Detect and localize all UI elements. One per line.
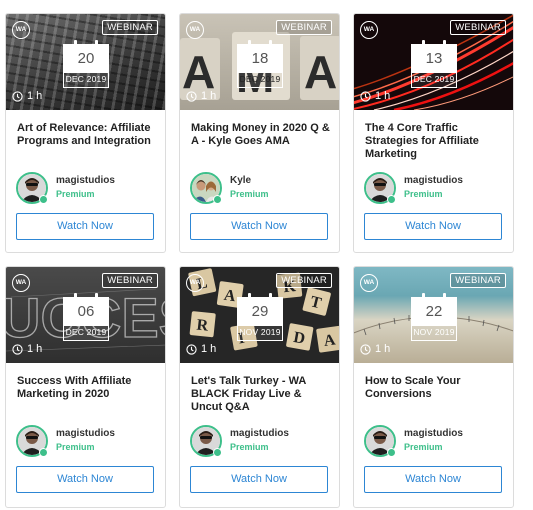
- svg-text:A: A: [304, 46, 337, 98]
- duration-label: 1 h: [27, 90, 43, 102]
- author-tier: Premium: [56, 189, 95, 199]
- wa-logo-icon: WA: [186, 21, 204, 39]
- duration-label: 1 h: [201, 343, 217, 355]
- date-day: 18: [238, 45, 282, 73]
- wa-logo-icon: WA: [186, 274, 204, 292]
- webinar-badge: WEBINAR: [450, 273, 506, 288]
- date-month: DEC 2019: [413, 74, 455, 84]
- author-name[interactable]: magistudios: [404, 175, 463, 187]
- duration-label: 1 h: [375, 90, 391, 102]
- author: magistudios Premium: [16, 424, 115, 458]
- webinar-thumbnail[interactable]: A M A WA WEBINAR 18 DEC 2019 1 h: [180, 14, 339, 110]
- webinar-thumbnail[interactable]: WA WEBINAR 20 DEC 2019 1 h: [6, 14, 165, 110]
- clock-icon: [360, 343, 371, 355]
- duration: 1 h: [12, 343, 42, 355]
- date-month: DEC 2019: [65, 327, 107, 337]
- watch-now-button[interactable]: Watch Now: [364, 466, 502, 493]
- online-status-icon: [213, 448, 222, 457]
- webinar-badge: WEBINAR: [276, 273, 332, 288]
- duration-label: 1 h: [201, 90, 217, 102]
- watch-now-button[interactable]: Watch Now: [190, 466, 328, 493]
- wa-logo-icon: WA: [12, 274, 30, 292]
- wa-logo-icon: WA: [12, 21, 30, 39]
- webinar-thumbnail[interactable]: UCCES WA WEBINAR 06 DEC 2019 1 h: [6, 267, 165, 363]
- watch-now-button[interactable]: Watch Now: [190, 213, 328, 240]
- author-name[interactable]: magistudios: [404, 428, 463, 440]
- date-day: 13: [412, 45, 456, 73]
- calendar-icon: 06 DEC 2019: [63, 293, 109, 341]
- webinar-card[interactable]: WA WEBINAR 20 DEC 2019 1 h Art of Releva…: [5, 13, 166, 253]
- wa-logo-icon: WA: [360, 21, 378, 39]
- webinar-title[interactable]: Let's Talk Turkey - WA BLACK Friday Live…: [191, 375, 331, 414]
- date-month: DEC 2019: [239, 74, 281, 84]
- author-tier: Premium: [404, 189, 443, 199]
- author-tier: Premium: [56, 442, 95, 452]
- duration: 1 h: [12, 90, 42, 102]
- online-status-icon: [39, 195, 48, 204]
- webinar-badge: WEBINAR: [102, 20, 158, 35]
- calendar-icon: 22 NOV 2019: [411, 293, 457, 341]
- clock-icon: [12, 90, 23, 102]
- duration: 1 h: [186, 90, 216, 102]
- calendar-icon: 13 DEC 2019: [411, 40, 457, 88]
- webinar-title[interactable]: The 4 Core Traffic Strategies for Affili…: [365, 122, 505, 161]
- online-status-icon: [387, 195, 396, 204]
- webinar-title[interactable]: How to Scale Your Conversions: [365, 375, 505, 401]
- author-name[interactable]: magistudios: [230, 428, 289, 440]
- author-name[interactable]: magistudios: [56, 175, 115, 187]
- clock-icon: [186, 343, 197, 355]
- author-tier: Premium: [230, 189, 269, 199]
- calendar-icon: 20 DEC 2019: [63, 40, 109, 88]
- date-month: DEC 2019: [65, 74, 107, 84]
- webinar-badge: WEBINAR: [450, 20, 506, 35]
- webinar-title[interactable]: Art of Relevance: Affiliate Programs and…: [17, 122, 157, 148]
- author: magistudios Premium: [364, 171, 463, 205]
- author-name[interactable]: magistudios: [56, 428, 115, 440]
- duration-label: 1 h: [375, 343, 391, 355]
- duration: 1 h: [360, 90, 390, 102]
- webinar-thumbnail[interactable]: WA WEBINAR 13 DEC 2019 1 h: [354, 14, 513, 110]
- date-day: 06: [64, 298, 108, 326]
- author: magistudios Premium: [16, 171, 115, 205]
- author-tier: Premium: [230, 442, 269, 452]
- date-month: NOV 2019: [239, 327, 281, 337]
- online-status-icon: [387, 448, 396, 457]
- author-name[interactable]: Kyle: [230, 175, 269, 187]
- watch-now-button[interactable]: Watch Now: [16, 466, 154, 493]
- webinar-card[interactable]: UCCES WA WEBINAR 06 DEC 2019 1 h Success…: [5, 266, 166, 508]
- duration: 1 h: [186, 343, 216, 355]
- author: Kyle Premium: [190, 171, 269, 205]
- online-status-icon: [39, 448, 48, 457]
- svg-text:R: R: [196, 317, 210, 335]
- author-tier: Premium: [404, 442, 443, 452]
- watch-now-button[interactable]: Watch Now: [16, 213, 154, 240]
- clock-icon: [12, 343, 23, 355]
- webinar-card[interactable]: WA WEBINAR 22 NOV 2019 1 h How to Scale …: [353, 266, 514, 508]
- duration-label: 1 h: [27, 343, 43, 355]
- date-month: NOV 2019: [413, 327, 455, 337]
- webinar-thumbnail[interactable]: WA WEBINAR 22 NOV 2019 1 h: [354, 267, 513, 363]
- webinar-title[interactable]: Success With Affiliate Marketing in 2020: [17, 375, 157, 401]
- webinar-card[interactable]: A M A WA WEBINAR 18 DEC 2019 1 h Making …: [179, 13, 340, 253]
- webinar-title[interactable]: Making Money in 2020 Q & A - Kyle Goes A…: [191, 122, 331, 148]
- author: magistudios Premium: [190, 424, 289, 458]
- webinar-thumbnail[interactable]: L A K T R I D A WA WEBINAR 29 NOV 2019 1…: [180, 267, 339, 363]
- webinar-badge: WEBINAR: [102, 273, 158, 288]
- calendar-icon: 29 NOV 2019: [237, 293, 283, 341]
- wa-logo-icon: WA: [360, 274, 378, 292]
- clock-icon: [360, 90, 371, 102]
- clock-icon: [186, 90, 197, 102]
- watch-now-button[interactable]: Watch Now: [364, 213, 502, 240]
- date-day: 22: [412, 298, 456, 326]
- date-day: 29: [238, 298, 282, 326]
- webinar-card[interactable]: L A K T R I D A WA WEBINAR 29 NOV 2019 1…: [179, 266, 340, 508]
- author: magistudios Premium: [364, 424, 463, 458]
- online-status-icon: [213, 195, 222, 204]
- webinar-badge: WEBINAR: [276, 20, 332, 35]
- duration: 1 h: [360, 343, 390, 355]
- webinar-card[interactable]: WA WEBINAR 13 DEC 2019 1 h The 4 Core Tr…: [353, 13, 514, 253]
- calendar-icon: 18 DEC 2019: [237, 40, 283, 88]
- date-day: 20: [64, 45, 108, 73]
